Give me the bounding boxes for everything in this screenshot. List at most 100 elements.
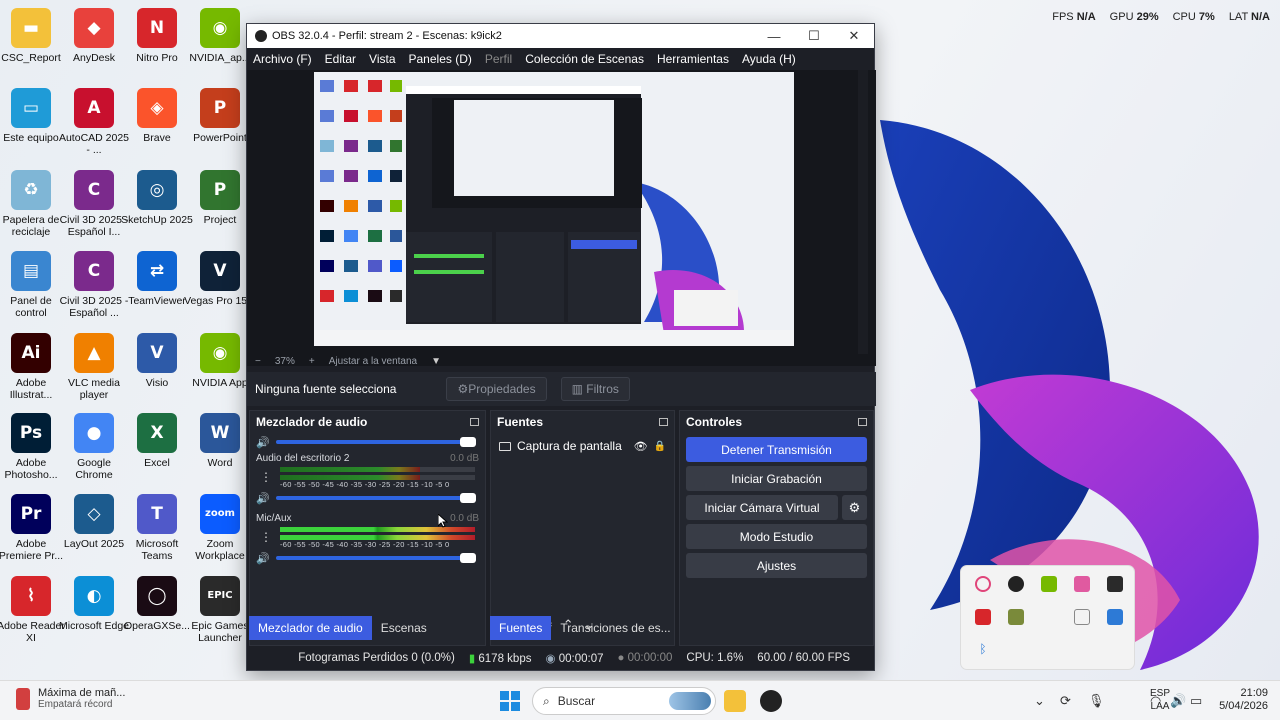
close-button[interactable]: ✕ — [834, 28, 874, 44]
chevron-up-icon[interactable]: ⌄ — [1034, 693, 1045, 709]
audio-mixer-dock: Mezclador de audio 🔊 Audio del escritori… — [249, 410, 486, 646]
speaker-icon[interactable]: 🔊 — [256, 436, 270, 449]
eye-icon[interactable]: 👁 — [634, 440, 648, 453]
zoom-in-button[interactable]: + — [309, 356, 315, 367]
menu-tools[interactable]: Herramientas — [657, 52, 729, 66]
app-icon: Ai — [11, 333, 51, 373]
tab-transitions[interactable]: Transiciones de es... — [551, 616, 679, 640]
menu-edit[interactable]: Editar — [325, 52, 356, 66]
security-tray-icon[interactable] — [1107, 609, 1123, 625]
start-button[interactable] — [500, 691, 520, 711]
usb-tray-icon[interactable] — [1074, 609, 1090, 625]
reader-tray-icon[interactable] — [975, 609, 991, 625]
properties-button[interactable]: ⚙Propiedades — [446, 377, 547, 401]
audio-tray-icon[interactable] — [1074, 576, 1090, 592]
preview-canvas[interactable] — [314, 72, 794, 346]
zoom-out-button[interactable]: − — [255, 356, 261, 367]
tab-sources[interactable]: Fuentes — [490, 616, 552, 640]
fps-status: 60.00 / 60.00 FPS — [757, 652, 850, 664]
volume-slider[interactable] — [276, 437, 476, 447]
middle-tabs: Fuentes Transiciones de es... — [490, 616, 680, 640]
network-status-icon[interactable]: ⟳ — [1060, 693, 1071, 709]
settings-button[interactable]: Ajustes — [686, 553, 867, 578]
obs-logo-icon — [255, 30, 267, 42]
undock-icon[interactable] — [858, 418, 867, 426]
tray-overflow-popup: ᛒ — [960, 565, 1135, 670]
undock-icon[interactable] — [470, 418, 479, 426]
controls-title: Controles — [686, 415, 743, 429]
app-icon: P — [200, 88, 240, 128]
track-name: Mic/Aux — [256, 513, 292, 524]
zoom-bar: − 37% + Ajustar a la ventana ▼ — [247, 352, 876, 370]
tab-audio-mixer[interactable]: Mezclador de audio — [249, 616, 372, 640]
menu-file[interactable]: Archivo (F) — [253, 52, 312, 66]
filters-button[interactable]: ▥ Filtros — [560, 377, 630, 401]
nvidia-tray-icon[interactable] — [1041, 576, 1057, 592]
chevron-down-icon[interactable]: ▼ — [431, 356, 441, 367]
source-item[interactable]: Captura de pantalla 👁 🔒 — [491, 433, 674, 459]
thermometer-icon — [16, 687, 30, 710]
volume-slider[interactable] — [276, 553, 476, 563]
clock[interactable]: 21:09 5/04/2026 — [1219, 687, 1268, 713]
app-icon: C — [74, 251, 114, 291]
app-icon: ▤ — [11, 251, 51, 291]
virtual-camera-settings-icon[interactable]: ⚙ — [842, 495, 867, 520]
bitrate: 6178 kbps — [478, 653, 532, 665]
track-menu-icon[interactable]: ⋮ — [260, 530, 272, 544]
wifi-icon[interactable]: ◠ — [1150, 693, 1161, 709]
studio-mode-button[interactable]: Modo Estudio — [686, 524, 867, 549]
track-menu-icon[interactable]: ⋮ — [260, 470, 272, 484]
app-icon: ◆ — [74, 8, 114, 48]
app-icon: ◎ — [137, 170, 177, 210]
preview-scrollbar[interactable] — [858, 70, 868, 354]
app-icon: ◯ — [137, 576, 177, 616]
weather-widget[interactable]: Máxima de mañ... Empatará récord — [16, 687, 125, 710]
app-icon: A — [74, 88, 114, 128]
speaker-icon[interactable]: 🔊 — [256, 492, 270, 505]
track-name: Audio del escritorio 2 — [256, 453, 350, 464]
app-icon: N — [137, 8, 177, 48]
volume-icon[interactable]: 🔊 — [1170, 693, 1186, 709]
opera-gx-tray-icon[interactable] — [975, 576, 991, 592]
fit-to-window-select[interactable]: Ajustar a la ventana — [329, 356, 417, 367]
menu-scene-collection[interactable]: Colección de Escenas — [525, 52, 644, 66]
microphone-icon[interactable]: 🎙 — [1088, 693, 1105, 709]
monitor-icon — [499, 441, 511, 451]
menu-view[interactable]: Vista — [369, 52, 395, 66]
fps-value: N/A — [1076, 11, 1096, 23]
volume-knob[interactable] — [460, 437, 476, 447]
speaker-icon[interactable]: 🔊 — [256, 552, 270, 565]
start-recording-button[interactable]: Iniciar Grabación — [686, 466, 867, 491]
stop-stream-button[interactable]: Detener Transmisión — [686, 437, 867, 462]
level-meter — [280, 535, 475, 540]
volume-knob[interactable] — [460, 493, 476, 503]
volume-knob[interactable] — [460, 553, 476, 563]
app-icon: C — [74, 170, 114, 210]
obs-taskbar-icon[interactable] — [760, 690, 782, 712]
undock-icon[interactable] — [659, 418, 668, 426]
menu-profile[interactable]: Perfil — [485, 52, 512, 66]
maximize-button[interactable]: ☐ — [794, 28, 834, 44]
app-icon: Pr — [11, 494, 51, 534]
menu-docks[interactable]: Paneles (D) — [409, 52, 472, 66]
title-bar: OBS 32.0.4 - Perfil: stream 2 - Escenas:… — [247, 24, 874, 48]
bluetooth-icon[interactable]: ᛒ — [975, 642, 991, 658]
taskbar-search[interactable]: ⌕ Buscar — [532, 687, 716, 715]
tab-scenes[interactable]: Escenas — [372, 616, 436, 640]
app-icon: V — [137, 333, 177, 373]
search-icon: ⌕ — [543, 693, 550, 708]
level-meter — [280, 467, 475, 472]
obs-tray-icon[interactable] — [1008, 576, 1024, 592]
lock-icon[interactable]: 🔒 — [654, 441, 666, 452]
start-virtual-camera-button[interactable]: Iniciar Cámara Virtual — [686, 495, 838, 520]
app-tray-icon[interactable] — [1008, 609, 1024, 625]
file-explorer-icon[interactable] — [724, 690, 746, 712]
minimize-button[interactable]: — — [754, 29, 794, 44]
app-icon: ◇ — [74, 494, 114, 534]
cpu-value: 7% — [1198, 11, 1215, 23]
battery-icon[interactable]: ▭ — [1190, 693, 1202, 709]
menu-help[interactable]: Ayuda (H) — [742, 52, 796, 66]
epic-tray-icon[interactable] — [1107, 576, 1123, 592]
app-icon: X — [137, 413, 177, 453]
volume-slider[interactable] — [276, 493, 476, 503]
